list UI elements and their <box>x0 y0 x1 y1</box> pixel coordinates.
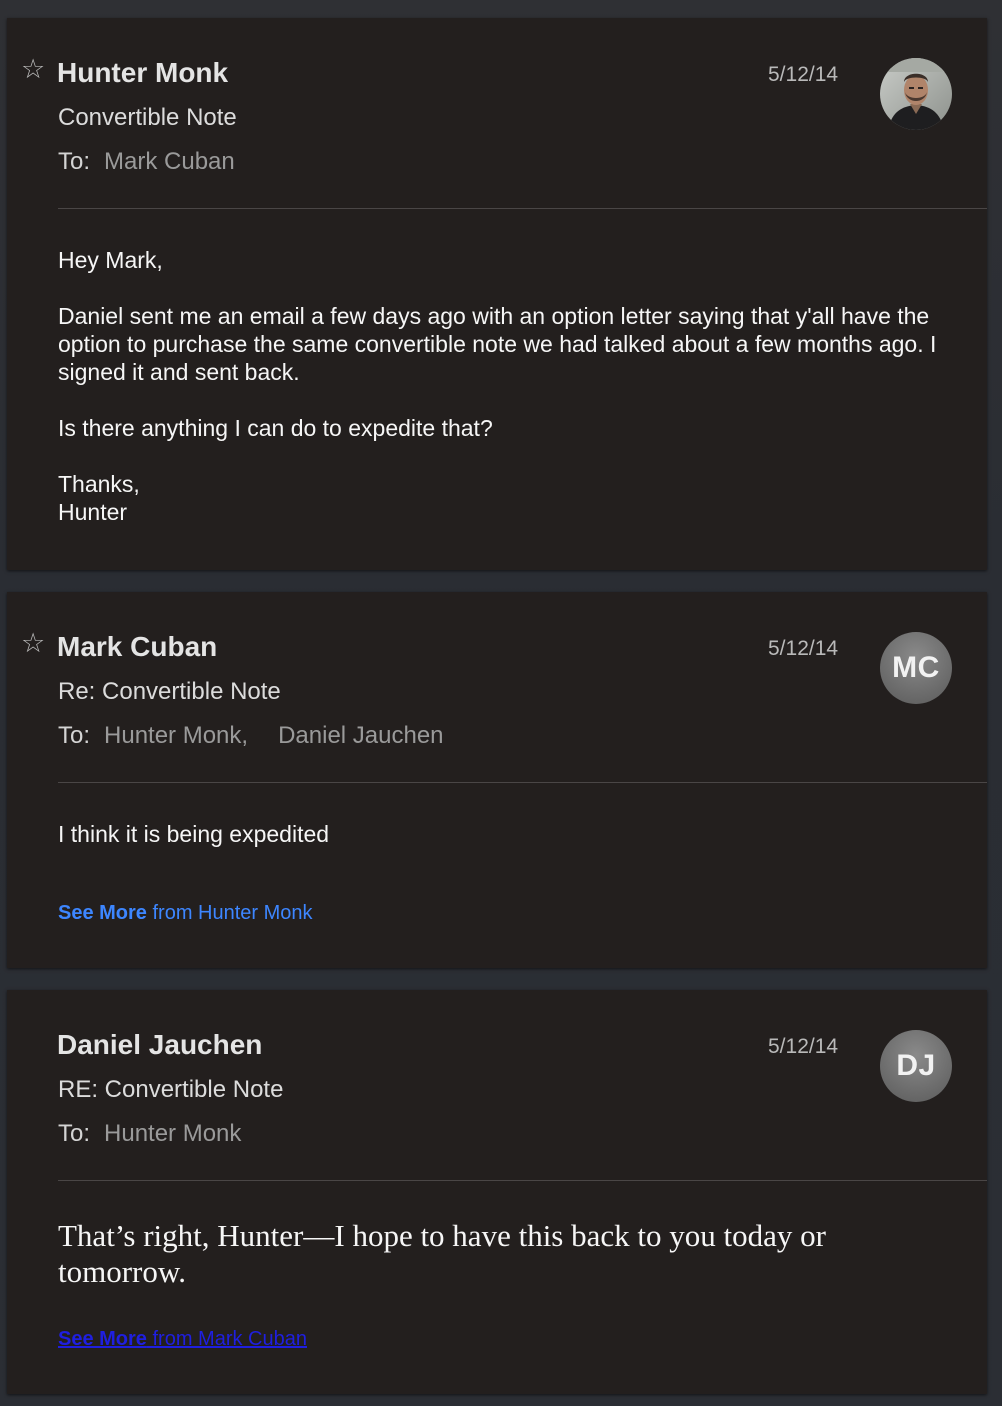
see-more-link[interactable]: See More from Hunter Monk <box>58 901 313 925</box>
signoff-line: Thanks, <box>58 471 140 497</box>
body-paragraph: Is there anything I can do to expedite t… <box>58 415 493 441</box>
email-body: That’s right, Hunter—I hope to have this… <box>58 1218 826 1289</box>
body-paragraph: Hey Mark, <box>58 247 163 273</box>
recipient[interactable]: Mark Cuban <box>104 148 235 175</box>
recipients-row: To: Mark Cuban <box>58 148 235 176</box>
star-icon[interactable]: ☆ <box>21 56 45 83</box>
email-subject: Re: Convertible Note <box>58 678 281 705</box>
avatar-photo <box>880 58 952 130</box>
divider <box>58 782 987 783</box>
recipients-row: To: Hunter Monk <box>58 1120 241 1148</box>
recipients-row: To: Hunter Monk, Daniel Jauchen <box>58 722 444 750</box>
to-label: To: <box>58 1120 91 1147</box>
sender-name: Mark Cuban <box>57 631 218 662</box>
to-label: To: <box>58 148 91 175</box>
see-more-label: See More <box>58 902 147 924</box>
see-more-source: from Hunter Monk <box>146 902 313 924</box>
email-card: ☆ Hunter Monk 5/12/14 Convertible Note T… <box>7 18 987 570</box>
email-subject: Convertible Note <box>58 104 237 131</box>
email-body: Hey Mark, Daniel sent me an email a few … <box>58 246 948 526</box>
email-date: 5/12/14 <box>768 637 839 660</box>
star-icon[interactable]: ☆ <box>21 630 45 657</box>
email-body: I think it is being expedited <box>58 821 330 847</box>
avatar: DJ <box>880 1030 952 1102</box>
to-label: To: <box>58 722 91 749</box>
sender-name: Daniel Jauchen <box>57 1029 263 1060</box>
see-more-link[interactable]: See More from Mark Cuban <box>58 1327 307 1351</box>
divider <box>58 208 987 209</box>
signoff-line: Hunter <box>58 499 128 525</box>
email-card: ☆ Mark Cuban 5/12/14 MC Re: Convertible … <box>7 592 987 968</box>
recipient[interactable]: Hunter Monk <box>104 1120 241 1147</box>
email-card: Daniel Jauchen 5/12/14 DJ RE: Convertibl… <box>7 990 987 1394</box>
email-subject: RE: Convertible Note <box>58 1076 284 1103</box>
avatar <box>880 58 952 130</box>
divider <box>58 1180 987 1181</box>
sender-name: Hunter Monk <box>57 57 229 88</box>
email-date: 5/12/14 <box>768 1035 839 1058</box>
recipient[interactable]: Hunter Monk, <box>104 722 248 749</box>
avatar: MC <box>880 632 952 704</box>
see-more-source: from Mark Cuban <box>146 1328 307 1350</box>
body-paragraph: Daniel sent me an email a few days ago w… <box>58 303 937 385</box>
see-more-label: See More <box>58 1328 147 1350</box>
recipient[interactable]: Daniel Jauchen <box>278 722 443 749</box>
email-date: 5/12/14 <box>768 63 839 86</box>
